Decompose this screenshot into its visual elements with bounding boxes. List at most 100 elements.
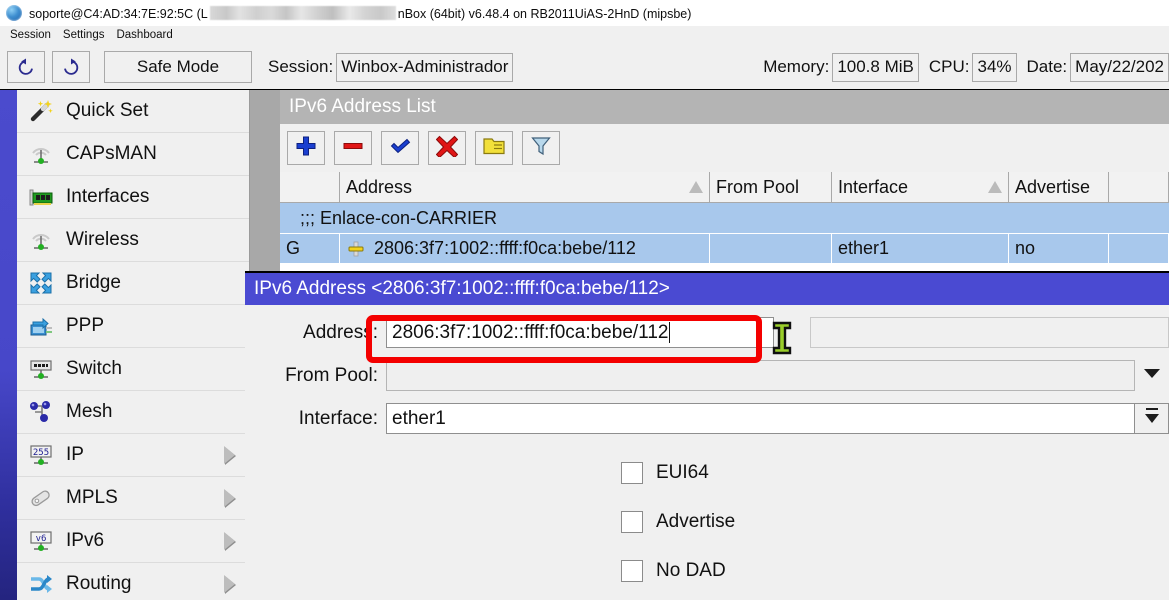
date-label: Date: — [1027, 57, 1068, 77]
sidebar-item-bridge[interactable]: Bridge — [17, 262, 249, 305]
interface-dropdown-button[interactable] — [1135, 403, 1169, 434]
winbox-logo-icon — [6, 5, 22, 21]
from-pool-label: From Pool: — [245, 365, 386, 387]
list-toolbar — [280, 124, 1169, 172]
redo-button[interactable] — [52, 51, 90, 83]
ipv6-address-dialog: IPv6 Address <2806:3f7:1002::ffff:f0ca:b… — [245, 271, 1169, 600]
memory-label: Memory: — [763, 57, 829, 77]
safe-mode-label: Safe Mode — [137, 57, 219, 77]
menu-item-settings[interactable]: Settings — [59, 28, 113, 43]
antenna-icon — [27, 226, 55, 254]
column-header-flags[interactable] — [280, 172, 340, 203]
column-header-advertise[interactable]: Advertise — [1009, 172, 1109, 203]
table-header-row: Address From Pool Interface Advertise — [280, 172, 1169, 203]
add-button[interactable] — [287, 131, 325, 165]
sidebar-item-routing[interactable]: Routing — [17, 563, 249, 600]
sidebar-item-capsman[interactable]: CAPsMAN — [17, 133, 249, 176]
column-header-extra[interactable] — [1109, 172, 1169, 203]
dialog-title: IPv6 Address <2806:3f7:1002::ffff:f0ca:b… — [245, 273, 1169, 305]
address-field-row: Address: 2806:3f7:1002::ffff:f0ca:bebe/1… — [245, 317, 1169, 348]
redo-icon — [60, 56, 82, 78]
from-pool-input[interactable] — [386, 360, 1135, 391]
session-label: Session: — [268, 57, 333, 77]
main-toolbar: Safe Mode Session: Winbox-Administrador … — [0, 45, 1169, 90]
sidebar-item-quick-set[interactable]: Quick Set — [17, 90, 249, 133]
chevron-down-bar-icon — [1143, 406, 1161, 431]
svg-text:v6: v6 — [36, 534, 47, 544]
text-caret — [669, 322, 670, 343]
network-card-icon — [27, 183, 55, 211]
table-row[interactable]: G 2806:3f7:1002::ffff:f0ca:bebe/112 ethe… — [280, 234, 1169, 264]
text-ibeam-cursor — [771, 321, 793, 355]
table-comment-row[interactable]: ;;; Enlace-con-CARRIER — [280, 203, 1169, 234]
sidebar-item-label: PPP — [66, 315, 104, 337]
sidebar-menu: Quick Set CAPsMAN — [17, 90, 250, 600]
sidebar-item-interfaces[interactable]: Interfaces — [17, 176, 249, 219]
check-icon — [389, 135, 411, 162]
enable-button[interactable] — [381, 131, 419, 165]
mesh-nodes-icon — [27, 398, 55, 426]
window-title-suffix: nBox (64bit) v6.48.4 on RB2011UiAS-2HnD … — [398, 7, 692, 21]
column-header-interface[interactable]: Interface — [832, 172, 1009, 203]
undo-icon — [15, 56, 37, 78]
cpu-value: 34% — [972, 53, 1016, 82]
sidebar-item-ppp[interactable]: PPP — [17, 305, 249, 348]
column-header-label: From Pool — [716, 177, 799, 198]
cell-interface: ether1 — [832, 234, 1009, 264]
menu-item-dashboard[interactable]: Dashboard — [112, 28, 180, 43]
sidebar-item-mpls[interactable]: MPLS — [17, 477, 249, 520]
cell-address: 2806:3f7:1002::ffff:f0ca:bebe/112 — [340, 234, 710, 264]
sidebar-item-ipv6[interactable]: v6 IPv6 — [17, 520, 249, 563]
x-icon — [436, 135, 458, 162]
ipv6-address-list-window: IPv6 Address List — [250, 90, 1169, 271]
window-gutter — [250, 90, 280, 271]
chevron-down-icon — [1142, 367, 1162, 385]
window-titlebar: soporte@C4:AD:34:7E:92:5C (LnBox (64bit)… — [0, 0, 1169, 26]
undo-button[interactable] — [7, 51, 45, 83]
advertise-checkbox[interactable] — [621, 511, 643, 533]
menu-bar: Session Settings Dashboard — [0, 26, 1169, 45]
disable-button[interactable] — [428, 131, 466, 165]
advertise-checkbox-row[interactable]: Advertise — [245, 511, 1169, 533]
no-dad-checkbox[interactable] — [621, 560, 643, 582]
session-value[interactable]: Winbox-Administrador — [336, 53, 513, 82]
advertise-label: Advertise — [656, 511, 735, 533]
cell-address-text: 2806:3f7:1002::ffff:f0ca:bebe/112 — [374, 238, 636, 259]
chevron-right-icon — [224, 446, 235, 464]
from-pool-field-row: From Pool: — [245, 360, 1169, 391]
column-header-from-pool[interactable]: From Pool — [710, 172, 832, 203]
address-input-value: 2806:3f7:1002::ffff:f0ca:bebe/112 — [392, 322, 668, 344]
safe-mode-button[interactable]: Safe Mode — [104, 51, 252, 83]
sidebar-item-label: Routing — [66, 573, 132, 595]
sidebar-item-ip[interactable]: 255 IP — [17, 434, 249, 477]
address-label: Address: — [245, 322, 386, 344]
dialog-checkbox-group: EUI64 Advertise No DAD — [245, 446, 1169, 582]
sidebar-item-wireless[interactable]: Wireless — [17, 219, 249, 262]
comment-note-icon — [482, 135, 506, 162]
interface-input[interactable]: ether1 — [386, 403, 1135, 434]
interface-label: Interface: — [245, 408, 386, 430]
sidebar-item-label: Switch — [66, 358, 122, 380]
sidebar-brand-strip: nBox — [0, 90, 17, 600]
column-header-address[interactable]: Address — [340, 172, 710, 203]
chevron-right-icon — [224, 532, 235, 550]
chevron-right-icon — [224, 575, 235, 593]
sidebar-item-switch[interactable]: Switch — [17, 348, 249, 391]
filter-button[interactable] — [522, 131, 560, 165]
sort-indicator-icon — [988, 181, 1002, 193]
sort-indicator-icon — [689, 181, 703, 193]
menu-item-session[interactable]: Session — [6, 28, 59, 43]
sidebar-item-mesh[interactable]: Mesh — [17, 391, 249, 434]
column-header-label: Advertise — [1015, 177, 1090, 198]
from-pool-dropdown-button[interactable] — [1135, 360, 1169, 391]
eui64-checkbox-row[interactable]: EUI64 — [245, 462, 1169, 484]
comment-button[interactable] — [475, 131, 513, 165]
address-input[interactable]: 2806:3f7:1002::ffff:f0ca:bebe/112 — [386, 317, 774, 348]
no-dad-label: No DAD — [656, 560, 726, 582]
no-dad-checkbox-row[interactable]: No DAD — [245, 560, 1169, 582]
eui64-checkbox[interactable] — [621, 462, 643, 484]
sidebar-item-label: MPLS — [66, 487, 118, 509]
remove-button[interactable] — [334, 131, 372, 165]
mpls-tag-icon — [27, 484, 55, 512]
list-window-title: IPv6 Address List — [280, 90, 1169, 124]
